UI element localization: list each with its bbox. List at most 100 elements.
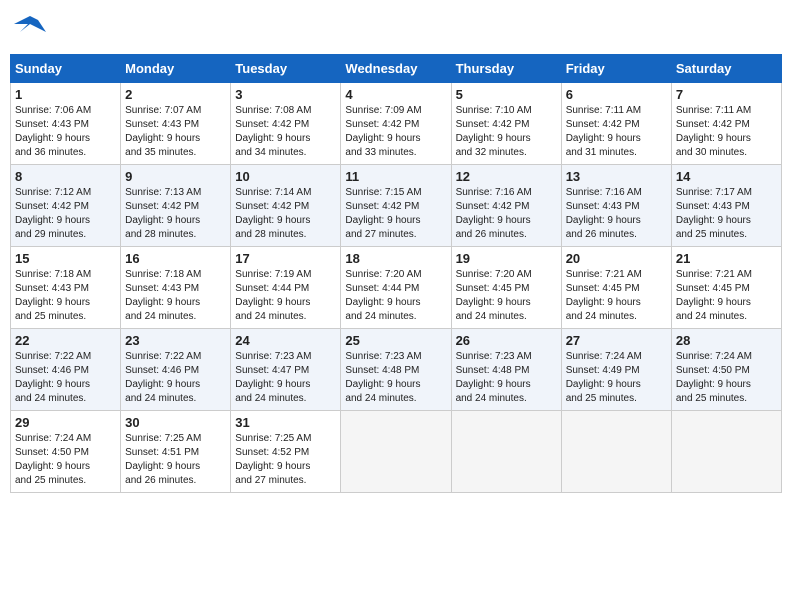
day-info: Sunrise: 7:13 AM Sunset: 4:42 PM Dayligh… bbox=[125, 186, 226, 242]
calendar-cell: 21 Sunrise: 7:21 AM Sunset: 4:45 PM Dayli… bbox=[671, 247, 781, 329]
day-info: Sunrise: 7:20 AM Sunset: 4:45 PM Dayligh… bbox=[456, 268, 557, 324]
calendar-cell: 13 Sunrise: 7:16 AM Sunset: 4:43 PM Dayli… bbox=[561, 165, 671, 247]
day-number: 30 bbox=[125, 415, 226, 430]
day-info: Sunrise: 7:11 AM Sunset: 4:42 PM Dayligh… bbox=[566, 104, 667, 160]
calendar-cell: 20 Sunrise: 7:21 AM Sunset: 4:45 PM Dayli… bbox=[561, 247, 671, 329]
day-info: Sunrise: 7:12 AM Sunset: 4:42 PM Dayligh… bbox=[15, 186, 116, 242]
day-number: 1 bbox=[15, 87, 116, 102]
calendar-cell: 31Sunrise: 7:25 AM Sunset: 4:52 PM Dayli… bbox=[231, 411, 341, 493]
calendar-cell: 10 Sunrise: 7:14 AM Sunset: 4:42 PM Dayli… bbox=[231, 165, 341, 247]
weekday-header: Sunday bbox=[11, 55, 121, 83]
day-info: Sunrise: 7:15 AM Sunset: 4:42 PM Dayligh… bbox=[345, 186, 446, 242]
calendar-cell: 25 Sunrise: 7:23 AM Sunset: 4:48 PM Dayli… bbox=[341, 329, 451, 411]
day-info: Sunrise: 7:21 AM Sunset: 4:45 PM Dayligh… bbox=[566, 268, 667, 324]
calendar-cell: 18Sunrise: 7:20 AM Sunset: 4:44 PM Dayli… bbox=[341, 247, 451, 329]
day-info: Sunrise: 7:20 AM Sunset: 4:44 PM Dayligh… bbox=[345, 268, 446, 324]
day-info: Sunrise: 7:16 AM Sunset: 4:43 PM Dayligh… bbox=[566, 186, 667, 242]
calendar-cell: 6 Sunrise: 7:11 AM Sunset: 4:42 PM Daylig… bbox=[561, 83, 671, 165]
logo bbox=[10, 10, 52, 48]
calendar-cell bbox=[671, 411, 781, 493]
day-info: Sunrise: 7:14 AM Sunset: 4:42 PM Dayligh… bbox=[235, 186, 336, 242]
calendar-header-row: SundayMondayTuesdayWednesdayThursdayFrid… bbox=[11, 55, 782, 83]
calendar-cell: 26 Sunrise: 7:23 AM Sunset: 4:48 PM Dayli… bbox=[451, 329, 561, 411]
calendar-cell: 3 Sunrise: 7:08 AM Sunset: 4:42 PM Daylig… bbox=[231, 83, 341, 165]
day-number: 10 bbox=[235, 169, 336, 184]
calendar-week-row: 22 Sunrise: 7:22 AM Sunset: 4:46 PM Dayli… bbox=[11, 329, 782, 411]
logo-icon bbox=[10, 10, 48, 48]
day-info: Sunrise: 7:21 AM Sunset: 4:45 PM Dayligh… bbox=[676, 268, 777, 324]
day-number: 15 bbox=[15, 251, 116, 266]
day-info: Sunrise: 7:22 AM Sunset: 4:46 PM Dayligh… bbox=[125, 350, 226, 406]
calendar-week-row: 15 Sunrise: 7:18 AM Sunset: 4:43 PM Dayli… bbox=[11, 247, 782, 329]
calendar-cell: 7Sunrise: 7:11 AM Sunset: 4:42 PM Daylig… bbox=[671, 83, 781, 165]
day-info: Sunrise: 7:11 AM Sunset: 4:42 PM Dayligh… bbox=[676, 104, 777, 160]
day-number: 11 bbox=[345, 169, 446, 184]
day-info: Sunrise: 7:23 AM Sunset: 4:47 PM Dayligh… bbox=[235, 350, 336, 406]
day-number: 12 bbox=[456, 169, 557, 184]
calendar-cell: 23 Sunrise: 7:22 AM Sunset: 4:46 PM Dayli… bbox=[121, 329, 231, 411]
day-info: Sunrise: 7:08 AM Sunset: 4:42 PM Dayligh… bbox=[235, 104, 336, 160]
day-info: Sunrise: 7:17 AM Sunset: 4:43 PM Dayligh… bbox=[676, 186, 777, 242]
calendar-cell: 16 Sunrise: 7:18 AM Sunset: 4:43 PM Dayli… bbox=[121, 247, 231, 329]
day-info: Sunrise: 7:18 AM Sunset: 4:43 PM Dayligh… bbox=[15, 268, 116, 324]
weekday-header: Wednesday bbox=[341, 55, 451, 83]
calendar-cell: 4Sunrise: 7:09 AM Sunset: 4:42 PM Daylig… bbox=[341, 83, 451, 165]
day-info: Sunrise: 7:19 AM Sunset: 4:44 PM Dayligh… bbox=[235, 268, 336, 324]
weekday-header: Tuesday bbox=[231, 55, 341, 83]
day-info: Sunrise: 7:24 AM Sunset: 4:50 PM Dayligh… bbox=[676, 350, 777, 406]
day-number: 27 bbox=[566, 333, 667, 348]
calendar-cell: 8 Sunrise: 7:12 AM Sunset: 4:42 PM Daylig… bbox=[11, 165, 121, 247]
day-info: Sunrise: 7:22 AM Sunset: 4:46 PM Dayligh… bbox=[15, 350, 116, 406]
day-number: 13 bbox=[566, 169, 667, 184]
calendar-cell: 5 Sunrise: 7:10 AM Sunset: 4:42 PM Daylig… bbox=[451, 83, 561, 165]
day-number: 14 bbox=[676, 169, 777, 184]
day-info: Sunrise: 7:25 AM Sunset: 4:52 PM Dayligh… bbox=[235, 432, 336, 488]
day-number: 16 bbox=[125, 251, 226, 266]
calendar-week-row: 29 Sunrise: 7:24 AM Sunset: 4:50 PM Dayli… bbox=[11, 411, 782, 493]
calendar-cell: 19 Sunrise: 7:20 AM Sunset: 4:45 PM Dayli… bbox=[451, 247, 561, 329]
day-number: 29 bbox=[15, 415, 116, 430]
calendar-cell: 17 Sunrise: 7:19 AM Sunset: 4:44 PM Dayli… bbox=[231, 247, 341, 329]
day-info: Sunrise: 7:24 AM Sunset: 4:50 PM Dayligh… bbox=[15, 432, 116, 488]
calendar-cell: 1 Sunrise: 7:06 AM Sunset: 4:43 PM Daylig… bbox=[11, 83, 121, 165]
calendar-cell: 12Sunrise: 7:16 AM Sunset: 4:42 PM Dayli… bbox=[451, 165, 561, 247]
day-info: Sunrise: 7:25 AM Sunset: 4:51 PM Dayligh… bbox=[125, 432, 226, 488]
day-info: Sunrise: 7:07 AM Sunset: 4:43 PM Dayligh… bbox=[125, 104, 226, 160]
day-number: 17 bbox=[235, 251, 336, 266]
day-info: Sunrise: 7:10 AM Sunset: 4:42 PM Dayligh… bbox=[456, 104, 557, 160]
calendar-cell: 15 Sunrise: 7:18 AM Sunset: 4:43 PM Dayli… bbox=[11, 247, 121, 329]
calendar-table: SundayMondayTuesdayWednesdayThursdayFrid… bbox=[10, 54, 782, 493]
day-info: Sunrise: 7:23 AM Sunset: 4:48 PM Dayligh… bbox=[456, 350, 557, 406]
weekday-header: Monday bbox=[121, 55, 231, 83]
day-info: Sunrise: 7:24 AM Sunset: 4:49 PM Dayligh… bbox=[566, 350, 667, 406]
day-number: 20 bbox=[566, 251, 667, 266]
day-number: 25 bbox=[345, 333, 446, 348]
calendar-cell bbox=[341, 411, 451, 493]
day-info: Sunrise: 7:18 AM Sunset: 4:43 PM Dayligh… bbox=[125, 268, 226, 324]
calendar-cell: 22 Sunrise: 7:22 AM Sunset: 4:46 PM Dayli… bbox=[11, 329, 121, 411]
calendar-cell: 14 Sunrise: 7:17 AM Sunset: 4:43 PM Dayli… bbox=[671, 165, 781, 247]
day-number: 22 bbox=[15, 333, 116, 348]
calendar-week-row: 1 Sunrise: 7:06 AM Sunset: 4:43 PM Daylig… bbox=[11, 83, 782, 165]
calendar-cell: 24 Sunrise: 7:23 AM Sunset: 4:47 PM Dayli… bbox=[231, 329, 341, 411]
day-number: 5 bbox=[456, 87, 557, 102]
calendar-cell bbox=[451, 411, 561, 493]
day-info: Sunrise: 7:09 AM Sunset: 4:42 PM Dayligh… bbox=[345, 104, 446, 160]
calendar-cell: 2Sunrise: 7:07 AM Sunset: 4:43 PM Daylig… bbox=[121, 83, 231, 165]
day-number: 3 bbox=[235, 87, 336, 102]
weekday-header: Saturday bbox=[671, 55, 781, 83]
calendar-cell: 28Sunrise: 7:24 AM Sunset: 4:50 PM Dayli… bbox=[671, 329, 781, 411]
calendar-cell bbox=[561, 411, 671, 493]
day-number: 26 bbox=[456, 333, 557, 348]
day-info: Sunrise: 7:23 AM Sunset: 4:48 PM Dayligh… bbox=[345, 350, 446, 406]
day-number: 19 bbox=[456, 251, 557, 266]
calendar-cell: 29 Sunrise: 7:24 AM Sunset: 4:50 PM Dayli… bbox=[11, 411, 121, 493]
day-number: 21 bbox=[676, 251, 777, 266]
calendar-cell: 30 Sunrise: 7:25 AM Sunset: 4:51 PM Dayli… bbox=[121, 411, 231, 493]
day-number: 8 bbox=[15, 169, 116, 184]
day-info: Sunrise: 7:06 AM Sunset: 4:43 PM Dayligh… bbox=[15, 104, 116, 160]
day-number: 23 bbox=[125, 333, 226, 348]
day-number: 24 bbox=[235, 333, 336, 348]
calendar-week-row: 8 Sunrise: 7:12 AM Sunset: 4:42 PM Daylig… bbox=[11, 165, 782, 247]
day-number: 6 bbox=[566, 87, 667, 102]
